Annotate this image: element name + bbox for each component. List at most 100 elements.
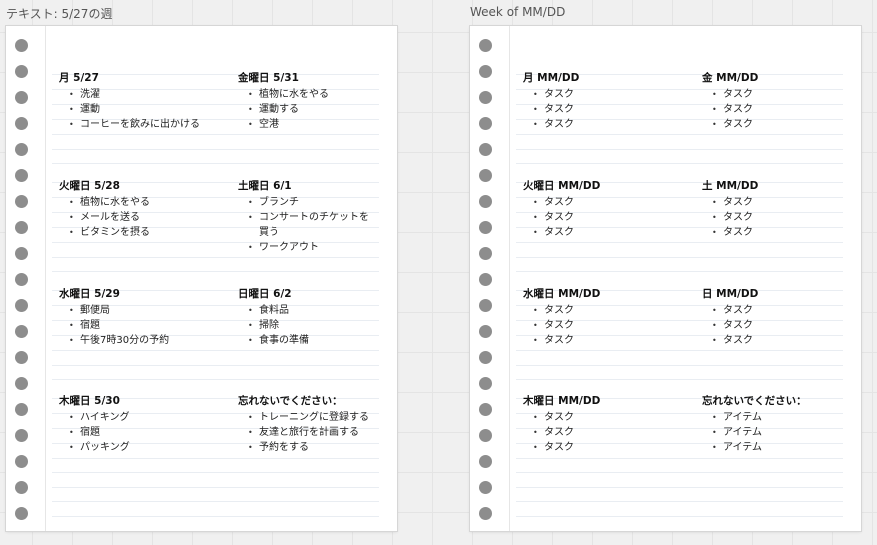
binder-hole	[479, 403, 492, 416]
task-item[interactable]: タスク	[702, 225, 842, 240]
day-heading[interactable]: 月 5/27	[59, 71, 227, 86]
planner-page[interactable]: 月 MM/DDタスクタスクタスク金 MM/DDタスクタスクタスク火曜日 MM/D…	[470, 26, 861, 531]
task-item[interactable]: タスク	[523, 440, 691, 455]
task-list: 食料品掃除食事の準備	[238, 303, 378, 348]
day-heading[interactable]: 金曜日 5/31	[238, 71, 378, 86]
task-item[interactable]: 食事の準備	[238, 333, 378, 348]
task-item[interactable]: タスク	[702, 210, 842, 225]
day-heading[interactable]: 忘れないでください：	[238, 394, 378, 409]
task-list: アイテムアイテムアイテム	[702, 410, 842, 455]
day-section: 木曜日 MM/DDタスクタスクタスク	[523, 394, 691, 455]
task-item[interactable]: タスク	[702, 117, 842, 132]
frame-title[interactable]: テキスト: 5/27の週	[6, 5, 112, 22]
task-item[interactable]: タスク	[702, 87, 842, 102]
day-section: 土 MM/DDタスクタスクタスク	[702, 179, 842, 240]
day-section: 日曜日 6/2食料品掃除食事の準備	[238, 287, 378, 348]
task-item[interactable]: アイテム	[702, 410, 842, 425]
task-item[interactable]: 運動	[59, 102, 227, 117]
day-heading[interactable]: 火曜日 MM/DD	[523, 179, 691, 194]
ruled-line	[516, 242, 843, 243]
task-item[interactable]: タスク	[523, 117, 691, 132]
binder-hole	[15, 325, 28, 338]
task-item[interactable]: タスク	[523, 225, 691, 240]
day-heading[interactable]: 忘れないでください：	[702, 394, 842, 409]
task-item[interactable]: 植物に水をやる	[59, 195, 227, 210]
task-list: タスクタスクタスク	[523, 410, 691, 455]
task-item[interactable]: ビタミンを摂る	[59, 225, 227, 240]
day-section: 水曜日 5/29郵便局宿題午後7時30分の予約	[59, 287, 227, 348]
task-item[interactable]: 掃除	[238, 318, 378, 333]
task-item[interactable]: コーヒーを飲みに出かける	[59, 117, 227, 132]
task-item[interactable]: 午後7時30分の予約	[59, 333, 227, 348]
task-item[interactable]: 植物に水をやる	[238, 87, 378, 102]
task-item[interactable]: タスク	[523, 333, 691, 348]
task-item[interactable]: タスク	[523, 210, 691, 225]
binder-hole	[479, 221, 492, 234]
binder-hole	[479, 351, 492, 364]
task-item[interactable]: メールを送る	[59, 210, 227, 225]
binder-hole	[479, 273, 492, 286]
task-item[interactable]: 運動する	[238, 102, 378, 117]
task-item[interactable]: アイテム	[702, 425, 842, 440]
ruled-line	[516, 458, 843, 459]
task-item[interactable]: 宿題	[59, 318, 227, 333]
task-item[interactable]: タスク	[702, 195, 842, 210]
task-item[interactable]: タスク	[702, 333, 842, 348]
day-heading[interactable]: 土曜日 6/1	[238, 179, 378, 194]
day-section: 火曜日 5/28植物に水をやるメールを送るビタミンを摂る	[59, 179, 227, 240]
day-heading[interactable]: 日曜日 6/2	[238, 287, 378, 302]
binder-hole	[15, 169, 28, 182]
task-item[interactable]: タスク	[702, 318, 842, 333]
day-heading[interactable]: 水曜日 MM/DD	[523, 287, 691, 302]
day-heading[interactable]: 水曜日 5/29	[59, 287, 227, 302]
binder-hole	[15, 39, 28, 52]
task-item[interactable]: タスク	[523, 303, 691, 318]
task-item[interactable]: タスク	[702, 102, 842, 117]
task-item[interactable]: タスク	[523, 87, 691, 102]
task-item[interactable]: タスク	[523, 425, 691, 440]
day-heading[interactable]: 木曜日 5/30	[59, 394, 227, 409]
task-list: 植物に水をやる運動する空港	[238, 87, 378, 132]
task-item[interactable]: ブランチ	[238, 195, 378, 210]
task-item[interactable]: 空港	[238, 117, 378, 132]
binder-hole	[479, 507, 492, 520]
margin-line	[45, 26, 46, 531]
task-item[interactable]: トレーニングに登録する	[238, 410, 378, 425]
day-heading[interactable]: 木曜日 MM/DD	[523, 394, 691, 409]
task-item[interactable]: タスク	[523, 318, 691, 333]
task-item[interactable]: タスク	[702, 303, 842, 318]
ruled-line	[52, 134, 379, 135]
planner-page[interactable]: 月 5/27洗濯運動コーヒーを飲みに出かける金曜日 5/31植物に水をやる運動す…	[6, 26, 397, 531]
binder-hole	[479, 195, 492, 208]
day-section: 月 5/27洗濯運動コーヒーを飲みに出かける	[59, 71, 227, 132]
frame-title[interactable]: Week of MM/DD	[470, 5, 565, 19]
day-heading[interactable]: 火曜日 5/28	[59, 179, 227, 194]
day-heading[interactable]: 金 MM/DD	[702, 71, 842, 86]
day-section: 金 MM/DDタスクタスクタスク	[702, 71, 842, 132]
day-heading[interactable]: 月 MM/DD	[523, 71, 691, 86]
task-item[interactable]: パッキング	[59, 440, 227, 455]
task-item[interactable]: タスク	[523, 195, 691, 210]
binder-hole	[15, 481, 28, 494]
task-item[interactable]: コンサートのチケットを買う	[238, 210, 378, 240]
binder-hole	[479, 377, 492, 390]
binder-hole	[15, 429, 28, 442]
task-item[interactable]: ワークアウト	[238, 240, 378, 255]
task-item[interactable]: 友達と旅行を計画する	[238, 425, 378, 440]
task-item[interactable]: 郵便局	[59, 303, 227, 318]
task-item[interactable]: 宿題	[59, 425, 227, 440]
task-item[interactable]: ハイキング	[59, 410, 227, 425]
day-heading[interactable]: 土 MM/DD	[702, 179, 842, 194]
task-item[interactable]: 洗濯	[59, 87, 227, 102]
task-item[interactable]: 食料品	[238, 303, 378, 318]
task-item[interactable]: タスク	[523, 410, 691, 425]
task-item[interactable]: タスク	[523, 102, 691, 117]
day-section: 水曜日 MM/DDタスクタスクタスク	[523, 287, 691, 348]
task-item[interactable]: アイテム	[702, 440, 842, 455]
day-heading[interactable]: 日 MM/DD	[702, 287, 842, 302]
ruled-line	[52, 501, 379, 502]
day-section: 月 MM/DDタスクタスクタスク	[523, 71, 691, 132]
day-section: 日 MM/DDタスクタスクタスク	[702, 287, 842, 348]
task-item[interactable]: 予約をする	[238, 440, 378, 455]
binder-hole	[479, 169, 492, 182]
